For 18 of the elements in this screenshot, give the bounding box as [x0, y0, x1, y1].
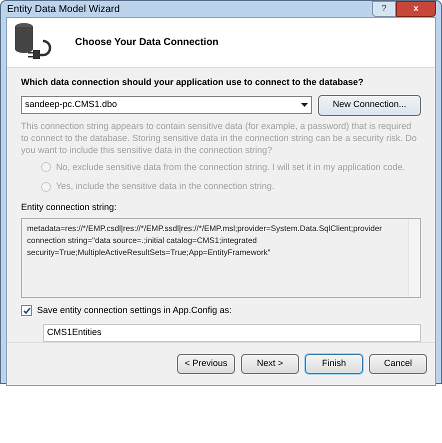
connection-string-text: metadata=res://*/EMP.csdl|res://*/EMP.ssdl|res://*/EMP.msl;provider=System.Data.SqlClient;provider connection string="data source=.;initial catalog=CMS1;integrated security=True;MultipleActiveResultSets=True;App=EntityFramework" [26, 223, 383, 259]
new-connection-button[interactable]: New Connection... [318, 94, 421, 116]
question-label: Which data connection should your application use to connect to the database? [21, 76, 365, 89]
wizard-button[interactable]: Next > [241, 354, 299, 374]
save-settings-label: Save entity connection settings in App.Config as: [37, 304, 232, 317]
sensitive-data-note: This connection string appears to contain sensitive data (for example, a password) that is required to connect to the database. Storing sensitive data in the connection string can be a security risk. Do you want to include this sensitive data in the connection string? [21, 120, 418, 156]
wizard-button[interactable]: < Previous [177, 354, 235, 374]
config-name-field[interactable]: CMS1Entities [43, 324, 421, 342]
window-title: Entity Data Model Wizard [6, 2, 120, 16]
radio-label: Yes, include the sensitive data in the connection string. [56, 180, 274, 193]
page-title: Choose Your Data Connection [75, 36, 219, 50]
close-button[interactable]: x [396, 1, 436, 17]
help-button[interactable]: ? [372, 1, 396, 17]
wizard-button[interactable]: Cancel [369, 354, 427, 374]
radio-label: No, exclude sensitive data from the connection string. I will set it in my application code. [56, 160, 406, 174]
connection-dropdown[interactable]: sandeep-pc.CMS1.dbo [21, 96, 312, 114]
wizard-button[interactable]: Finish [305, 354, 363, 374]
entity-connection-label: Entity connection string: [21, 200, 118, 214]
